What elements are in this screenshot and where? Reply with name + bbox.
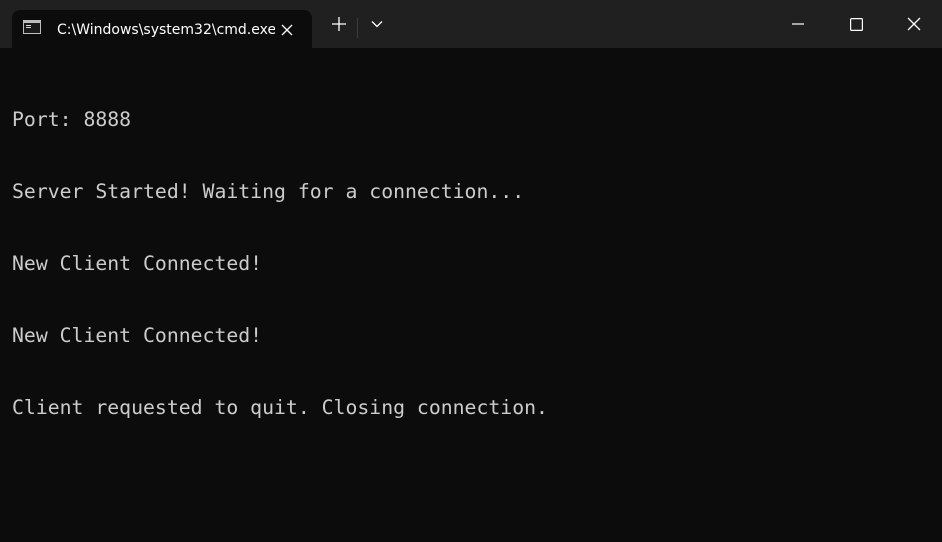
new-tab-button[interactable] (322, 0, 356, 48)
close-icon (907, 17, 921, 31)
cmd-icon (23, 20, 41, 34)
close-tab-button[interactable] (276, 19, 298, 41)
plus-icon (332, 17, 346, 31)
maximize-button[interactable] (828, 0, 884, 48)
console-line: Port: 8888 (12, 108, 132, 131)
console-line: New Client Connected! (12, 324, 263, 347)
close-icon (281, 24, 293, 36)
console-line: Server Started! Waiting for a connection… (12, 180, 525, 203)
terminal-window: C:\Windows\system32\cmd.exe Port: 8888 S… (0, 0, 942, 542)
maximize-icon (849, 17, 863, 31)
console-output[interactable]: Port: 8888 Server Started! Waiting for a… (12, 60, 932, 530)
chevron-down-icon (371, 21, 383, 28)
tab-dropdown-button[interactable] (360, 0, 394, 48)
title-bar: C:\Windows\system32\cmd.exe (0, 0, 942, 48)
tab-cmd[interactable]: C:\Windows\system32\cmd.exe (12, 10, 312, 48)
minimize-icon (792, 23, 804, 25)
console-line: Client requested to quit. Closing connec… (12, 396, 548, 419)
console-line: New Client Connected! (12, 252, 263, 275)
close-window-button[interactable] (886, 0, 942, 48)
tab-divider (357, 18, 358, 38)
minimize-button[interactable] (770, 0, 826, 48)
tab-title: C:\Windows\system32\cmd.exe (57, 22, 275, 38)
